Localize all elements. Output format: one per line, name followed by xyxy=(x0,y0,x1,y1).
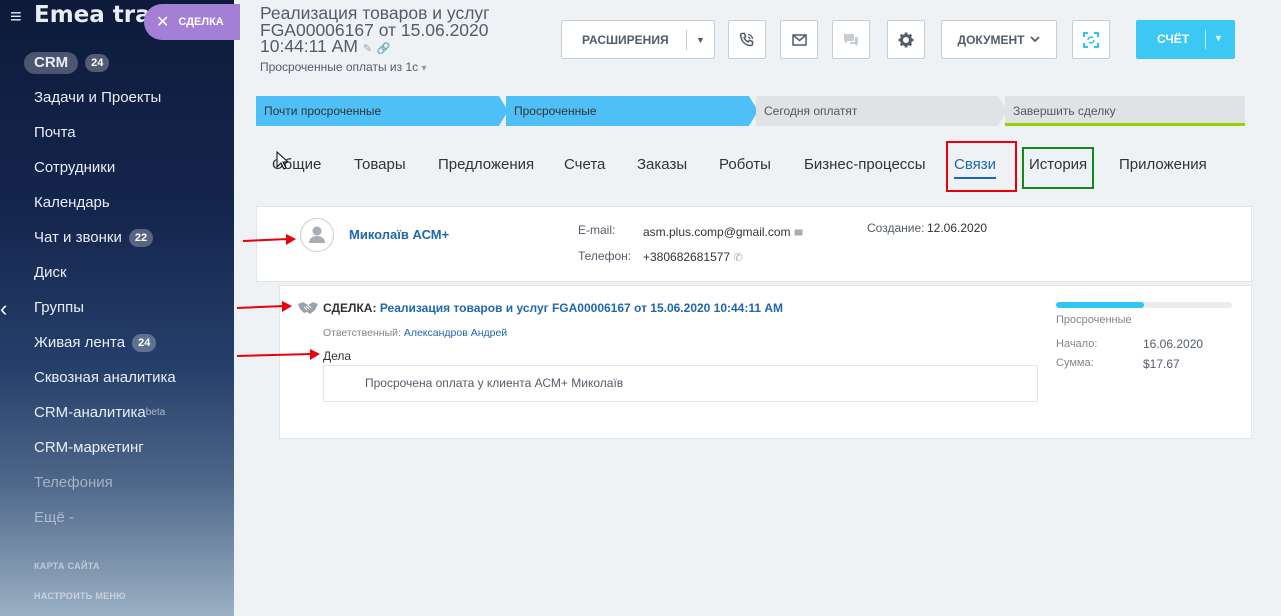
stage-close-deal[interactable]: Завершить сделку xyxy=(1005,96,1245,126)
created-label: Создание: xyxy=(867,221,925,235)
configure-menu-link[interactable]: НАСТРОИТЬ МЕНЮ xyxy=(34,591,126,601)
deal-stage-name: Просроченные xyxy=(1056,314,1132,326)
contact-name-link[interactable]: Миколаїв АСМ+ xyxy=(349,227,449,242)
chevron-left-icon[interactable]: ‹ xyxy=(0,296,7,322)
chevron-down-icon[interactable]: ▼ xyxy=(1214,33,1223,43)
sidebar-item-crm[interactable]: CRM 24 xyxy=(24,52,176,87)
annotation-arrow-icon xyxy=(242,234,296,245)
tab-robots[interactable]: Роботы xyxy=(719,156,771,173)
stage-today-pay[interactable]: Сегодня оплатят xyxy=(756,96,1007,126)
invoice-button[interactable]: СЧЁТ ▼ xyxy=(1136,20,1235,59)
sidebar-item-drive[interactable]: Диск xyxy=(34,262,176,297)
link-icon[interactable]: 🔗 xyxy=(377,43,391,55)
start-label: Начало: xyxy=(1056,338,1098,350)
highlight-box-green xyxy=(1022,147,1094,189)
email-label: E-mail: xyxy=(578,223,616,237)
gear-icon xyxy=(898,32,914,47)
sidebar-item-mail[interactable]: Почта xyxy=(34,122,176,157)
sidebar-item-crm-analytics[interactable]: CRM-аналитика beta xyxy=(34,402,176,437)
document-button[interactable]: ДОКУМЕНТ xyxy=(941,20,1057,59)
sidebar: ≡ Emea trad CRM 24 Задачи и Проекты Почта… xyxy=(0,0,234,616)
stage-almost-overdue[interactable]: Почти просроченные xyxy=(256,96,508,126)
highlight-box-red xyxy=(946,141,1017,192)
chat-button[interactable] xyxy=(832,20,870,59)
contact-email-link[interactable]: asm.plus.comp@gmail.com xyxy=(643,225,803,239)
deal-stage-progress-fill xyxy=(1056,302,1144,308)
created-date: 12.06.2020 xyxy=(927,221,988,235)
sidebar-item-more[interactable]: Ещё - xyxy=(34,507,176,542)
responsible-link[interactable]: Александров Андрей xyxy=(404,327,507,339)
sidebar-item-employees[interactable]: Сотрудники xyxy=(34,157,176,192)
tab-orders[interactable]: Заказы xyxy=(637,156,687,173)
site-map-link[interactable]: КАРТА САЙТА xyxy=(34,561,100,571)
close-icon: ✕ xyxy=(156,14,170,31)
stage-overdue[interactable]: Просроченные xyxy=(506,96,758,126)
chevron-down-icon xyxy=(1030,36,1041,43)
responsible-line: Ответственный: Александров Андрей xyxy=(323,327,508,339)
tab-applications[interactable]: Приложения xyxy=(1119,156,1207,173)
tab-quotes[interactable]: Предложения xyxy=(438,156,534,173)
tab-invoices[interactable]: Счета xyxy=(564,156,605,173)
contact-phone-link[interactable]: +380682681577 ✆ xyxy=(643,250,743,264)
phone-icon xyxy=(739,32,754,46)
counter-badge: 24 xyxy=(85,54,110,72)
settings-button[interactable] xyxy=(887,20,925,59)
activities-label: Дела xyxy=(323,349,352,363)
sidebar-item-tasks[interactable]: Задачи и Проекты xyxy=(34,87,176,122)
envelope-icon xyxy=(791,33,807,46)
sidebar-item-feed[interactable]: Живая лента 24 xyxy=(34,332,176,367)
sidebar-item-calendar[interactable]: Календарь xyxy=(34,192,176,227)
fullscreen-button[interactable] xyxy=(1072,20,1110,59)
annotation-arrow-icon xyxy=(236,301,292,312)
chevron-down-icon: ▾ xyxy=(421,63,427,74)
pipeline-selector[interactable]: Просроченные оплаты из 1с ▾ xyxy=(260,60,427,74)
page-title: Реализация товаров и услуг FGA00006167 о… xyxy=(260,3,490,56)
counter-badge: 24 xyxy=(132,334,157,352)
sum-label: Сумма: xyxy=(1056,357,1094,369)
sidebar-item-analytics[interactable]: Сквозная аналитика xyxy=(34,367,176,402)
envelope-icon xyxy=(794,229,803,236)
counter-badge: 22 xyxy=(128,229,154,247)
sidebar-item-telephony[interactable]: Телефония xyxy=(34,472,176,507)
tab-products[interactable]: Товары xyxy=(354,156,406,173)
call-button[interactable] xyxy=(728,20,766,59)
phone-label: Телефон: xyxy=(578,249,632,263)
close-deal-slider-button[interactable]: ✕ СДЕЛКА xyxy=(144,4,240,40)
deal-title-line: СДЕЛКА: Реализация товаров и услуг FGA00… xyxy=(323,301,784,315)
deal-stage-progress xyxy=(1056,302,1232,308)
avatar[interactable] xyxy=(300,218,334,252)
chevron-down-icon[interactable]: ▼ xyxy=(696,35,705,45)
menu-burger-icon[interactable]: ≡ xyxy=(10,6,22,29)
sidebar-menu: CRM 24 Задачи и Проекты Почта Сотрудники … xyxy=(24,52,176,542)
user-icon xyxy=(309,226,325,243)
tab-business-processes[interactable]: Бизнес-процессы xyxy=(804,156,926,173)
mouse-cursor-icon xyxy=(276,151,290,170)
expand-icon xyxy=(1083,31,1099,48)
contact-card xyxy=(256,206,1252,282)
sidebar-item-chat[interactable]: Чат и звонки 22 xyxy=(34,227,176,262)
phone-icon: ✆ xyxy=(733,252,743,264)
annotation-arrow-icon xyxy=(236,349,320,360)
activity-text: Просрочена оплата у клиента АСМ+ Миколаї… xyxy=(365,376,624,390)
sum-value: $17.67 xyxy=(1143,357,1180,371)
start-date: 16.06.2020 xyxy=(1143,337,1204,351)
handshake-icon xyxy=(298,302,318,314)
sidebar-item-groups[interactable]: Группы xyxy=(34,297,176,332)
edit-pencil-icon[interactable]: ✎ xyxy=(363,43,372,55)
sidebar-item-crm-marketing[interactable]: CRM-маркетинг xyxy=(34,437,176,472)
extensions-button[interactable]: РАСШИРЕНИЯ ▼ xyxy=(561,20,715,59)
chat-icon xyxy=(844,33,858,46)
email-button[interactable] xyxy=(780,20,818,59)
deal-title-link[interactable]: Реализация товаров и услуг FGA00006167 о… xyxy=(380,301,783,315)
